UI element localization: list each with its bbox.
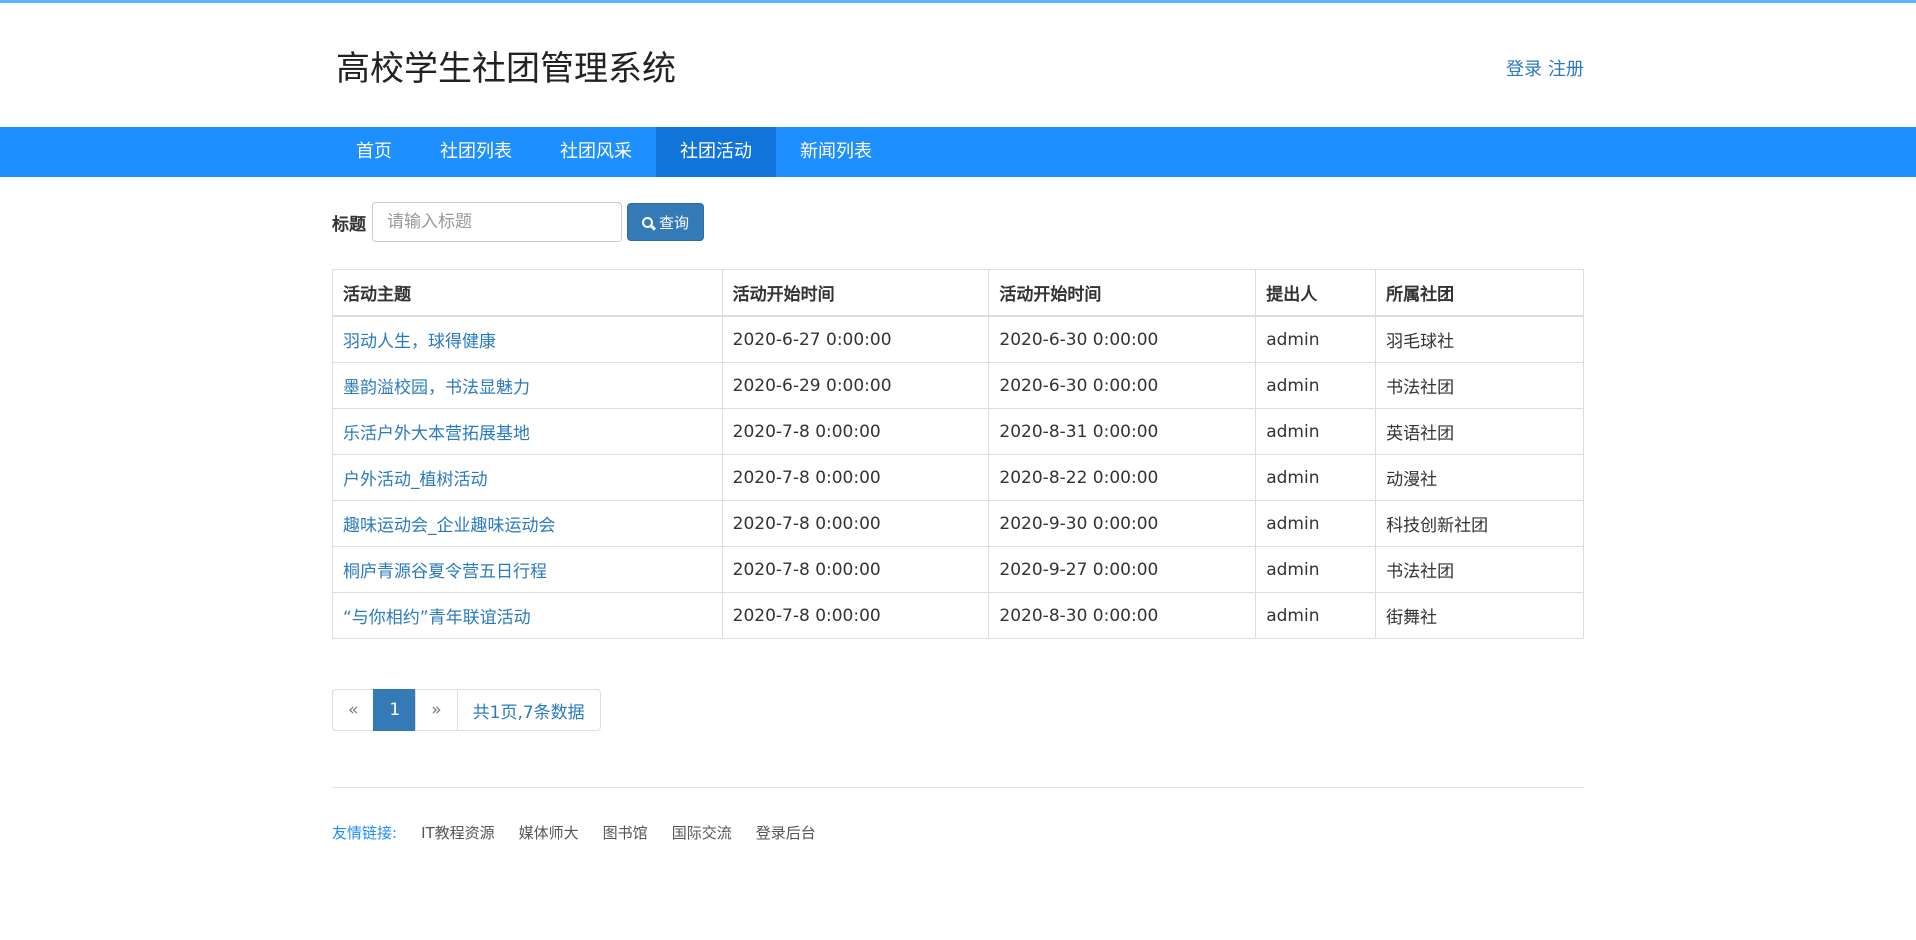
table-row: 桐庐青源谷夏令营五日行程 2020-7-8 0:00:00 2020-9-27 … (332, 546, 1584, 593)
activity-club: 英语社团 (1375, 408, 1584, 455)
activity-proposer: admin (1255, 362, 1377, 409)
nav-item-club-activities[interactable]: 社团活动 (656, 127, 776, 177)
table-row: “与你相约”青年联谊活动 2020-7-8 0:00:00 2020-8-30 … (332, 592, 1584, 639)
activity-club: 动漫社 (1375, 454, 1584, 501)
nav-item-club-list[interactable]: 社团列表 (416, 127, 536, 177)
site-title: 高校学生社团管理系统 (336, 49, 676, 89)
title-search-input[interactable] (372, 202, 622, 242)
activity-proposer: admin (1255, 500, 1377, 547)
table-row: 趣味运动会_企业趣味运动会 2020-7-8 0:00:00 2020-9-30… (332, 500, 1584, 547)
col-header-start-time-2: 活动开始时间 (988, 269, 1257, 317)
table-row: 乐活户外大本营拓展基地 2020-7-8 0:00:00 2020-8-31 0… (332, 408, 1584, 455)
pagination: « 1 » 共1页,7条数据 (332, 689, 1584, 731)
col-header-club: 所属社团 (1375, 269, 1584, 317)
activity-topic-link[interactable]: 趣味运动会_企业趣味运动会 (343, 516, 556, 536)
activity-proposer: admin (1255, 546, 1377, 593)
activity-club: 书法社团 (1375, 546, 1584, 593)
search-label: 标题 (332, 214, 366, 235)
activity-end-time: 2020-8-31 0:00:00 (988, 408, 1257, 455)
friend-link-international[interactable]: 国际交流 (672, 822, 732, 843)
activity-start-time: 2020-7-8 0:00:00 (721, 500, 990, 547)
table-header-row: 活动主题 活动开始时间 活动开始时间 提出人 所属社团 (332, 269, 1584, 317)
friend-link-media[interactable]: 媒体师大 (519, 822, 579, 843)
pagination-next-button[interactable]: » (415, 689, 458, 731)
activity-topic-link[interactable]: “与你相约”青年联谊活动 (343, 608, 531, 628)
friend-links: 友情链接: IT教程资源 媒体师大 图书馆 国际交流 登录后台 (332, 822, 1584, 843)
nav-item-home[interactable]: 首页 (332, 127, 416, 177)
activity-topic-link[interactable]: 乐活户外大本营拓展基地 (343, 424, 530, 444)
friend-link-library[interactable]: 图书馆 (603, 822, 648, 843)
activity-proposer: admin (1255, 315, 1377, 363)
search-button[interactable]: 查询 (627, 203, 705, 241)
activity-topic-link[interactable]: 桐庐青源谷夏令营五日行程 (343, 562, 547, 582)
search-icon (642, 216, 653, 228)
table-row: 户外活动_植树活动 2020-7-8 0:00:00 2020-8-22 0:0… (332, 454, 1584, 501)
col-header-topic: 活动主题 (332, 269, 723, 317)
activity-end-time: 2020-6-30 0:00:00 (988, 315, 1257, 363)
activity-proposer: admin (1255, 454, 1377, 501)
activity-topic-link[interactable]: 墨韵溢校园，书法显魅力 (343, 378, 530, 398)
nav-item-club-showcase[interactable]: 社团风采 (536, 127, 656, 177)
site-header: 高校学生社团管理系统 登录 注册 (332, 3, 1584, 127)
activity-club: 书法社团 (1375, 362, 1584, 409)
activity-end-time: 2020-8-30 0:00:00 (988, 592, 1257, 639)
activity-start-time: 2020-7-8 0:00:00 (721, 592, 990, 639)
activity-start-time: 2020-7-8 0:00:00 (721, 454, 990, 501)
activity-end-time: 2020-8-22 0:00:00 (988, 454, 1257, 501)
footer-divider (332, 787, 1584, 788)
friend-links-label: 友情链接: (332, 824, 398, 842)
search-button-label: 查询 (659, 213, 690, 232)
login-link[interactable]: 登录 (1506, 59, 1542, 80)
activity-start-time: 2020-6-29 0:00:00 (721, 362, 990, 409)
activity-proposer: admin (1255, 592, 1377, 639)
activity-start-time: 2020-7-8 0:00:00 (721, 408, 990, 455)
search-form: 标题 查询 (332, 202, 1584, 242)
col-header-proposer: 提出人 (1255, 269, 1377, 317)
activity-proposer: admin (1255, 408, 1377, 455)
activity-start-time: 2020-7-8 0:00:00 (721, 546, 990, 593)
activities-table: 活动主题 活动开始时间 活动开始时间 提出人 所属社团 羽动人生，球得健康 20… (332, 269, 1584, 639)
activity-topic-link[interactable]: 羽动人生，球得健康 (343, 332, 496, 352)
activity-end-time: 2020-9-30 0:00:00 (988, 500, 1257, 547)
pagination-prev-button[interactable]: « (332, 689, 375, 731)
main-content: 标题 查询 活动主题 活动开始时间 活动开始时间 提出人 所属社团 羽动人生，球… (332, 202, 1584, 843)
nav-menu: 首页 社团列表 社团风采 社团活动 新闻列表 (332, 127, 1584, 177)
activity-club: 街舞社 (1375, 592, 1584, 639)
col-header-start-time: 活动开始时间 (721, 269, 990, 317)
table-row: 墨韵溢校园，书法显魅力 2020-6-29 0:00:00 2020-6-30 … (332, 362, 1584, 409)
friend-link-admin-login[interactable]: 登录后台 (756, 822, 816, 843)
pagination-page-1[interactable]: 1 (373, 689, 417, 731)
table-row: 羽动人生，球得健康 2020-6-27 0:00:00 2020-6-30 0:… (332, 315, 1584, 363)
main-navbar: 首页 社团列表 社团风采 社团活动 新闻列表 (0, 127, 1916, 177)
activity-end-time: 2020-6-30 0:00:00 (988, 362, 1257, 409)
auth-links: 登录 注册 (1500, 55, 1584, 81)
activity-club: 科技创新社团 (1375, 500, 1584, 547)
activity-end-time: 2020-9-27 0:00:00 (988, 546, 1257, 593)
activity-topic-link[interactable]: 户外活动_植树活动 (343, 470, 488, 490)
friend-link-it-resources[interactable]: IT教程资源 (421, 822, 495, 843)
activity-club: 羽毛球社 (1375, 315, 1584, 363)
activity-start-time: 2020-6-27 0:00:00 (721, 315, 990, 363)
pagination-info: 共1页,7条数据 (456, 689, 601, 731)
nav-item-news-list[interactable]: 新闻列表 (776, 127, 896, 177)
register-link[interactable]: 注册 (1548, 59, 1584, 80)
